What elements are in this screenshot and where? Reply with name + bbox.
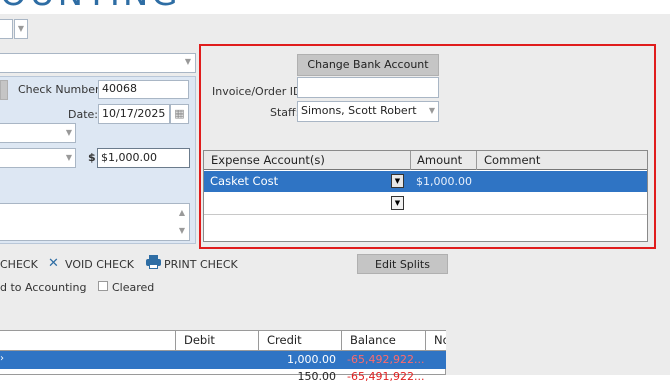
chevron-down-icon[interactable]: ▼ <box>14 19 28 39</box>
row-arrow-icon: › <box>0 353 4 364</box>
ledger-header: Debit Credit Balance No <box>0 331 446 351</box>
scroll-down-icon[interactable]: ▼ <box>179 226 185 235</box>
check-action[interactable]: CHECK <box>0 258 38 271</box>
top-dropdown[interactable] <box>0 19 13 39</box>
column-header-credit[interactable]: Credit <box>267 331 302 351</box>
print-check-button[interactable]: PRINT CHECK <box>164 258 238 271</box>
calendar-icon[interactable]: ▦ <box>170 104 189 124</box>
row-balance: -65,491,922... <box>347 370 425 383</box>
date-field[interactable]: 10/17/2025 <box>98 104 170 124</box>
cleared-checkbox[interactable] <box>98 281 108 291</box>
column-header-no[interactable]: No <box>434 331 446 351</box>
memo-field[interactable]: ▲ ▼ <box>0 203 190 241</box>
payee-dropdown[interactable]: ▼ <box>0 53 196 73</box>
date-label: Date: <box>68 108 98 121</box>
chevron-down-icon: ▼ <box>65 128 72 137</box>
column-divider <box>425 331 426 351</box>
cleared-label: Cleared <box>112 281 155 294</box>
edit-splits-button[interactable]: Edit Splits <box>357 254 448 274</box>
currency-symbol: $ <box>88 151 96 164</box>
send-to-accounting-label: d to Accounting <box>0 281 87 294</box>
printer-icon[interactable] <box>146 255 161 270</box>
row-balance: -65,492,922... <box>347 353 425 366</box>
column-divider <box>341 331 342 351</box>
column-header-debit[interactable]: Debit <box>184 331 215 351</box>
check-number-label: Check Number: <box>18 83 104 96</box>
row-credit: 150.00 <box>297 370 337 383</box>
table-row[interactable]: › 1,000.00 -65,492,922... <box>0 351 446 369</box>
amount-field[interactable]: $1,000.00 <box>97 148 190 168</box>
highlight-frame <box>199 44 656 249</box>
scroll-up-icon[interactable]: ▲ <box>179 208 185 217</box>
column-divider <box>175 331 176 351</box>
page-title: OUNTING <box>0 0 181 14</box>
column-divider <box>258 331 259 351</box>
left-button-partial[interactable] <box>0 80 8 100</box>
column-header-balance[interactable]: Balance <box>350 331 396 351</box>
table-row[interactable]: 150.00 -65,491,922... <box>0 369 446 387</box>
type-dropdown[interactable]: ▼ <box>0 148 76 168</box>
check-number-field[interactable]: 40068 <box>98 80 189 99</box>
chevron-down-icon: ▼ <box>184 57 191 66</box>
void-check-button[interactable]: VOID CHECK <box>65 258 134 271</box>
account-dropdown[interactable]: ▼ <box>0 123 76 143</box>
close-icon[interactable]: ✕ <box>48 256 59 271</box>
ledger-grid: Debit Credit Balance No › 1,000.00 -65,4… <box>0 330 446 383</box>
row-credit: 1,000.00 <box>287 353 336 366</box>
chevron-down-icon: ▼ <box>65 153 72 162</box>
header: OUNTING <box>0 0 670 14</box>
